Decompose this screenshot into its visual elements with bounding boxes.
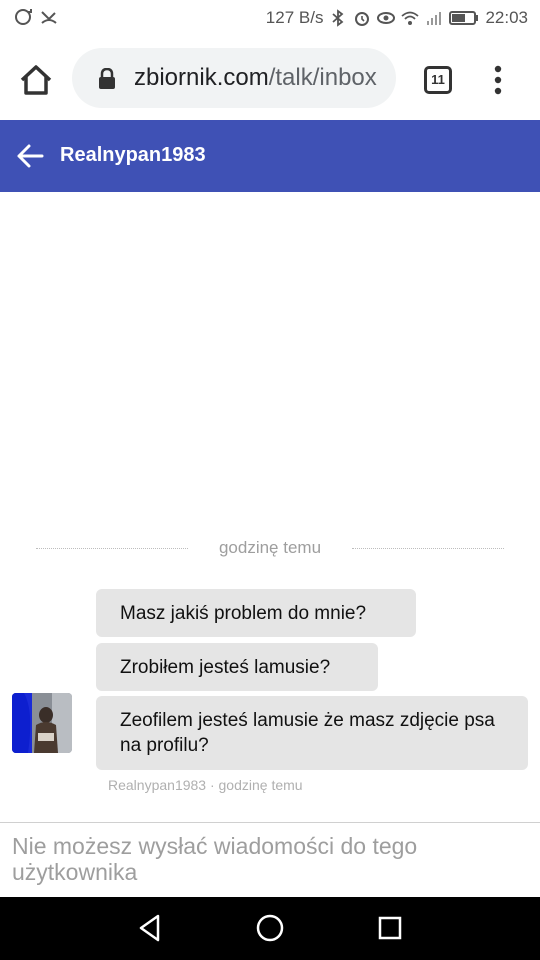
- composer-disabled-area: Nie możesz wysłać wiadomości do tego uży…: [0, 822, 540, 897]
- nav-home-icon[interactable]: [253, 911, 287, 945]
- conversation-title[interactable]: Realnypan1983: [60, 144, 206, 167]
- status-left-icons: [14, 8, 58, 26]
- message-bubble[interactable]: Zeofilem jesteś lamusie że masz zdjęcie …: [96, 696, 528, 770]
- nav-back-icon[interactable]: [133, 911, 167, 945]
- cannot-send-notice: Nie możesz wysłać wiadomości do tego uży…: [12, 833, 418, 885]
- sync-icon: [15, 9, 32, 25]
- url-path: /talk/inbox: [268, 64, 377, 91]
- time-divider-right: [352, 548, 504, 549]
- status-right-icons: 127 B/s 22:03: [266, 8, 528, 28]
- message-bubble[interactable]: Masz jakiś problem do mnie?: [96, 589, 416, 637]
- time-divider-label: godzinę temu: [218, 538, 322, 557]
- missed-call-icon: [41, 11, 57, 24]
- lock-icon: [99, 68, 115, 89]
- network-speed: 127 B/s: [265, 8, 324, 27]
- url-text[interactable]: zbiornik.com/talk/inbox: [134, 64, 384, 92]
- wifi-icon: [401, 11, 420, 25]
- battery-icon: [449, 11, 479, 25]
- avatar[interactable]: [12, 693, 72, 753]
- signal-icon: [427, 12, 442, 25]
- system-navigation-bar: [0, 897, 540, 960]
- nav-recents-icon[interactable]: [373, 911, 407, 945]
- tab-switcher-button[interactable]: 11: [424, 66, 452, 94]
- home-icon[interactable]: [16, 60, 56, 100]
- time-divider-left: [36, 548, 188, 549]
- more-menu-icon[interactable]: [488, 64, 508, 96]
- back-arrow-icon[interactable]: [16, 142, 44, 170]
- eye-icon: [377, 12, 396, 24]
- clock: 22:03: [485, 8, 528, 27]
- bluetooth-icon: [332, 9, 344, 27]
- message-thread[interactable]: godzinę temu Masz jakiś problem do mnie?…: [0, 192, 540, 822]
- alarm-icon: [355, 12, 370, 26]
- conversation-header: Realnypan1983: [0, 120, 540, 192]
- url-domain: zbiornik.com: [134, 64, 269, 91]
- address-bar[interactable]: zbiornik.com/talk/inbox: [72, 48, 396, 108]
- browser-toolbar: zbiornik.com/talk/inbox 11: [0, 36, 540, 120]
- message-meta: Realnypan1983 · godzinę temu: [108, 777, 303, 793]
- message-bubble[interactable]: Zrobiłem jesteś lamusie?: [96, 643, 378, 691]
- status-bar: 127 B/s 22:03: [0, 0, 540, 36]
